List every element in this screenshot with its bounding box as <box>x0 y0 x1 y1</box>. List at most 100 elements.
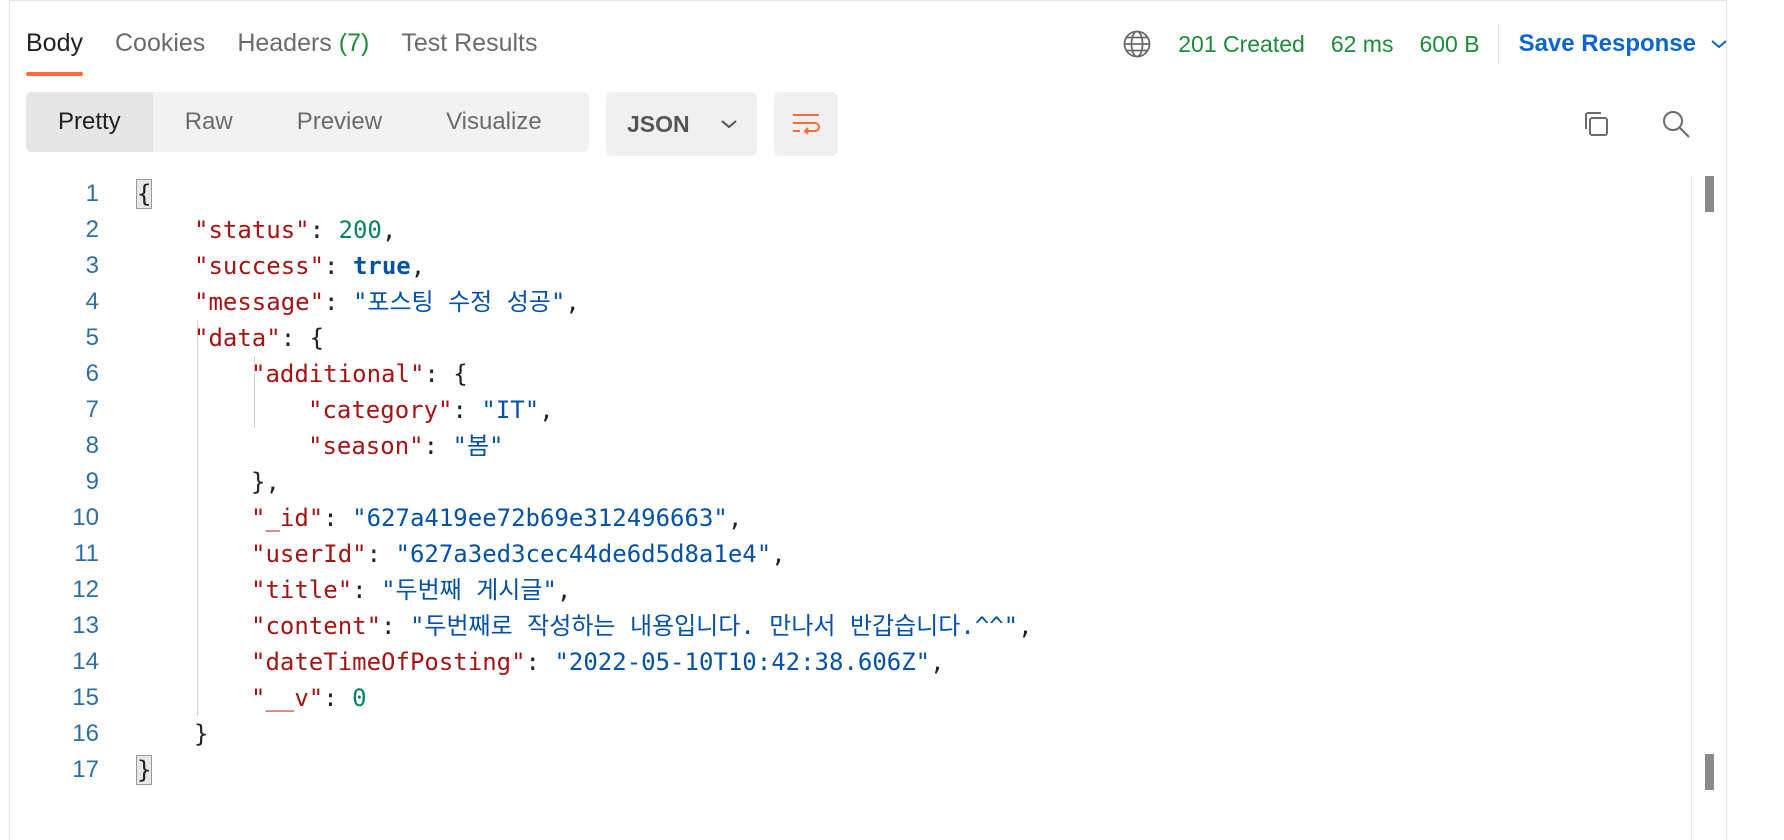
copy-icon <box>1585 112 1608 136</box>
code-content: "status": 200, <box>194 212 396 248</box>
code-token: "봄" <box>452 432 504 460</box>
code-token: : <box>423 432 453 460</box>
response-time[interactable]: 62 ms <box>1331 31 1394 58</box>
view-mode-raw[interactable]: Raw <box>153 92 265 152</box>
code-token: : { <box>280 324 325 352</box>
code-token: : <box>452 396 482 424</box>
line-number: 6 <box>85 360 99 387</box>
code-token: : <box>309 216 339 244</box>
divider <box>1497 24 1499 64</box>
copy-button[interactable] <box>1576 104 1616 144</box>
search-button[interactable] <box>1656 104 1696 144</box>
code-token: , <box>381 216 397 244</box>
code-token: , <box>556 576 572 604</box>
line-number: 9 <box>85 468 99 495</box>
code-content: "message": "포스팅 수정 성공", <box>194 284 580 320</box>
line-number: 1 <box>85 180 99 207</box>
view-mode-switcher: Pretty Raw Preview Visualize <box>26 92 589 152</box>
tab-body[interactable]: Body <box>26 26 83 76</box>
code-token: { <box>135 179 153 209</box>
scrollbar-marker-top[interactable] <box>1705 176 1714 212</box>
code-token: } <box>135 755 153 785</box>
editor-scrollbar[interactable] <box>1691 176 1692 840</box>
code-token: "category" <box>308 396 453 424</box>
tab-headers[interactable]: Headers (7) <box>237 26 369 76</box>
code-content: "dateTimeOfPosting": "2022-05-10T10:42:3… <box>251 644 945 680</box>
tab-body-label: Body <box>26 29 83 57</box>
globe-icon[interactable] <box>1122 29 1152 59</box>
save-response-button[interactable]: Save Response <box>1519 30 1728 58</box>
code-content: } <box>135 752 153 788</box>
view-mode-preview[interactable]: Preview <box>265 92 414 152</box>
code-token: "status" <box>194 216 310 244</box>
format-select-value: JSON <box>627 110 690 137</box>
status-code[interactable]: 201 Created <box>1178 31 1305 58</box>
view-mode-visualize[interactable]: Visualize <box>414 92 574 152</box>
line-number: 15 <box>72 684 99 711</box>
code-token: "title" <box>251 576 353 604</box>
code-token: "additional" <box>251 360 425 388</box>
code-token: "_id" <box>251 504 324 532</box>
save-response-label: Save Response <box>1518 30 1696 57</box>
wrap-lines-button[interactable] <box>774 92 838 156</box>
code-token: "content" <box>251 612 382 640</box>
line-number: 16 <box>72 720 99 747</box>
code-token: : <box>323 504 353 532</box>
code-token: : <box>525 648 555 676</box>
code-content: "data": { <box>194 320 324 356</box>
code-token: , <box>727 504 743 532</box>
chevron-down-icon <box>720 120 737 129</box>
line-number: 5 <box>85 324 99 351</box>
code-token: , <box>539 396 554 424</box>
response-size[interactable]: 600 B <box>1419 31 1479 58</box>
code-token: , <box>1018 612 1033 640</box>
code-token: "포스팅 수정 성공" <box>352 288 566 316</box>
line-number: 7 <box>85 396 99 423</box>
code-token: "두번째로 작성하는 내용입니다. 만나서 반갑습니다.^^" <box>409 612 1019 640</box>
code-token: : <box>323 684 353 712</box>
line-number: 2 <box>85 216 99 243</box>
code-token: }, <box>251 468 280 496</box>
code-content: } <box>194 716 208 752</box>
wrap-lines-icon <box>793 114 820 135</box>
response-body-editor[interactable]: 1 {2 "status": 200, 3 "success": true, 4 "mess… <box>9 176 1691 840</box>
code-content: "userId": "627a3ed3cec44de6d5d8a1e4", <box>251 536 786 572</box>
code-token: "2022-05-10T10:42:38.606Z" <box>554 648 931 676</box>
headers-count-badge: (7) <box>338 29 370 57</box>
code-content: "season": "봄" <box>308 428 503 464</box>
code-content: "category": "IT", <box>308 392 554 428</box>
response-meta: 201 Created 62 ms 600 B Save Response <box>1122 24 1728 64</box>
tab-test-results-label: Test Results <box>401 29 538 57</box>
scrollbar-marker-bottom[interactable] <box>1705 754 1714 790</box>
code-token: "data" <box>194 324 281 352</box>
view-mode-pretty[interactable]: Pretty <box>26 92 153 152</box>
code-token: : <box>324 252 353 280</box>
code-token: : { <box>424 360 468 388</box>
code-content: "content": "두번째로 작성하는 내용입니다. 만나서 반갑습니다.^… <box>251 608 1033 644</box>
tab-cookies[interactable]: Cookies <box>115 26 205 76</box>
code-token: "__v" <box>251 684 324 712</box>
code-content: "title": "두번째 게시글", <box>251 572 571 608</box>
code-token: true <box>352 252 411 280</box>
code-token: "IT" <box>481 396 540 424</box>
code-token: , <box>930 648 945 676</box>
line-number: 10 <box>72 504 99 531</box>
code-token: : <box>366 540 396 568</box>
code-content: }, <box>251 464 280 500</box>
line-number: 17 <box>72 756 99 783</box>
code-token: : <box>324 288 353 316</box>
response-tabs: Body Cookies Headers (7) Test Results <box>26 26 570 76</box>
code-token: "userId" <box>251 540 367 568</box>
code-token: "627a419ee72b69e312496663" <box>352 504 728 532</box>
code-token: "dateTimeOfPosting" <box>251 648 526 676</box>
code-token: : <box>381 612 410 640</box>
line-number: 4 <box>85 288 99 315</box>
code-content: "_id": "627a419ee72b69e312496663", <box>251 500 742 536</box>
line-number: 13 <box>72 612 99 639</box>
tab-test-results[interactable]: Test Results <box>401 26 537 76</box>
code-token: 200 <box>338 216 382 244</box>
code-content: "success": true, <box>194 248 425 284</box>
format-select[interactable]: JSON <box>606 92 757 156</box>
code-token: 0 <box>352 684 367 712</box>
line-number: 3 <box>85 252 99 279</box>
